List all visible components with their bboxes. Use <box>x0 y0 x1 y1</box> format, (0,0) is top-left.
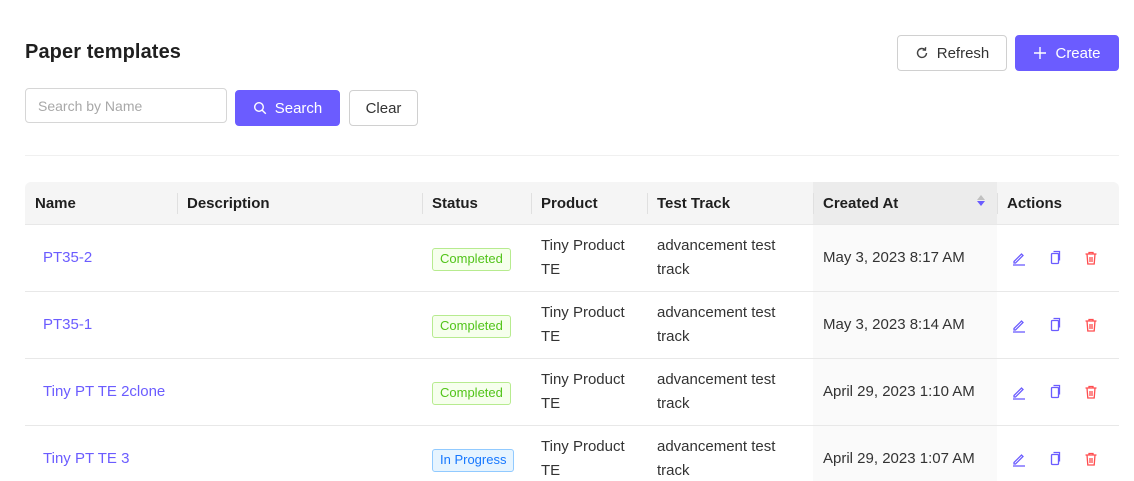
refresh-icon <box>916 47 927 59</box>
delete-icon[interactable] <box>1083 380 1119 404</box>
copy-icon[interactable] <box>1047 313 1083 337</box>
product-cell: Tiny Product TE <box>541 304 625 345</box>
refresh-button-label: Refresh <box>936 44 990 62</box>
edit-icon[interactable] <box>1011 246 1047 270</box>
created-at-cell: May 3, 2023 8:14 AM <box>813 292 997 358</box>
description-cell <box>177 426 422 481</box>
plus-icon <box>1034 47 1047 59</box>
test-track-cell: advancement test track <box>657 438 776 479</box>
refresh-button[interactable]: Refresh <box>897 35 1007 71</box>
test-track-cell: advancement test track <box>657 371 776 412</box>
page-title: Paper templates <box>25 41 182 63</box>
copy-icon[interactable] <box>1047 447 1083 471</box>
column-header-product: Product <box>531 182 647 224</box>
clear-button-label: Clear <box>365 99 402 117</box>
create-button[interactable]: Create <box>1015 35 1119 71</box>
column-header-description: Description <box>177 182 422 224</box>
edit-icon[interactable] <box>1011 313 1047 337</box>
column-header-status: Status <box>422 182 531 224</box>
created-at-cell: May 3, 2023 8:17 AM <box>813 225 997 291</box>
divider <box>25 155 1119 156</box>
column-header-actions: Actions <box>997 182 1119 224</box>
product-cell: Tiny Product TE <box>541 237 625 278</box>
table-row: Tiny PT TE 2clone Completed Tiny Product… <box>25 359 1119 426</box>
table-header: Name Description Status Product Test Tra… <box>25 182 1119 225</box>
created-at-cell: April 29, 2023 1:07 AM <box>813 426 997 481</box>
description-cell <box>177 225 422 291</box>
status-badge: Completed <box>432 247 511 271</box>
status-badge: In Progress <box>432 448 515 472</box>
clear-button[interactable]: Clear <box>349 90 418 126</box>
column-header-created-at[interactable]: Created At <box>813 182 997 224</box>
edit-icon[interactable] <box>1011 380 1047 404</box>
actions-cell <box>997 426 1119 481</box>
test-track-cell: advancement test track <box>657 304 776 345</box>
created-at-cell: April 29, 2023 1:10 AM <box>813 359 997 425</box>
column-header-name: Name <box>35 194 76 212</box>
search-icon <box>253 101 267 115</box>
template-name-link[interactable]: PT35-1 <box>35 313 92 337</box>
copy-icon[interactable] <box>1047 246 1083 270</box>
actions-cell <box>997 359 1119 425</box>
sort-icon[interactable] <box>977 195 985 206</box>
delete-icon[interactable] <box>1083 313 1119 337</box>
test-track-cell: advancement test track <box>657 237 776 278</box>
status-badge: Completed <box>432 381 511 405</box>
template-name-link[interactable]: Tiny PT TE 3 <box>35 447 129 471</box>
templates-table: Name Description Status Product Test Tra… <box>25 182 1119 481</box>
create-button-label: Create <box>1055 44 1101 62</box>
product-cell: Tiny Product TE <box>541 371 625 412</box>
status-badge: Completed <box>432 314 511 338</box>
copy-icon[interactable] <box>1047 380 1083 404</box>
template-name-link[interactable]: Tiny PT TE 2clone <box>35 380 165 404</box>
product-cell: Tiny Product TE <box>541 438 625 479</box>
table-row: PT35-1 Completed Tiny Product TE advancem… <box>25 292 1119 359</box>
template-name-link[interactable]: PT35-2 <box>35 246 92 270</box>
description-cell <box>177 359 422 425</box>
delete-icon[interactable] <box>1083 246 1119 270</box>
description-cell <box>177 292 422 358</box>
actions-cell <box>997 292 1119 358</box>
search-button[interactable]: Search <box>235 90 340 126</box>
search-button-label: Search <box>274 99 323 117</box>
table-row: Tiny PT TE 3 In Progress Tiny Product TE … <box>25 426 1119 481</box>
delete-icon[interactable] <box>1083 447 1119 471</box>
column-header-test-track: Test Track <box>647 182 813 224</box>
actions-cell <box>997 225 1119 291</box>
table-row: PT35-2 Completed Tiny Product TE advancem… <box>25 225 1119 292</box>
search-input[interactable] <box>25 88 227 123</box>
table-body: PT35-2 Completed Tiny Product TE advancem… <box>25 225 1119 481</box>
edit-icon[interactable] <box>1011 447 1047 471</box>
